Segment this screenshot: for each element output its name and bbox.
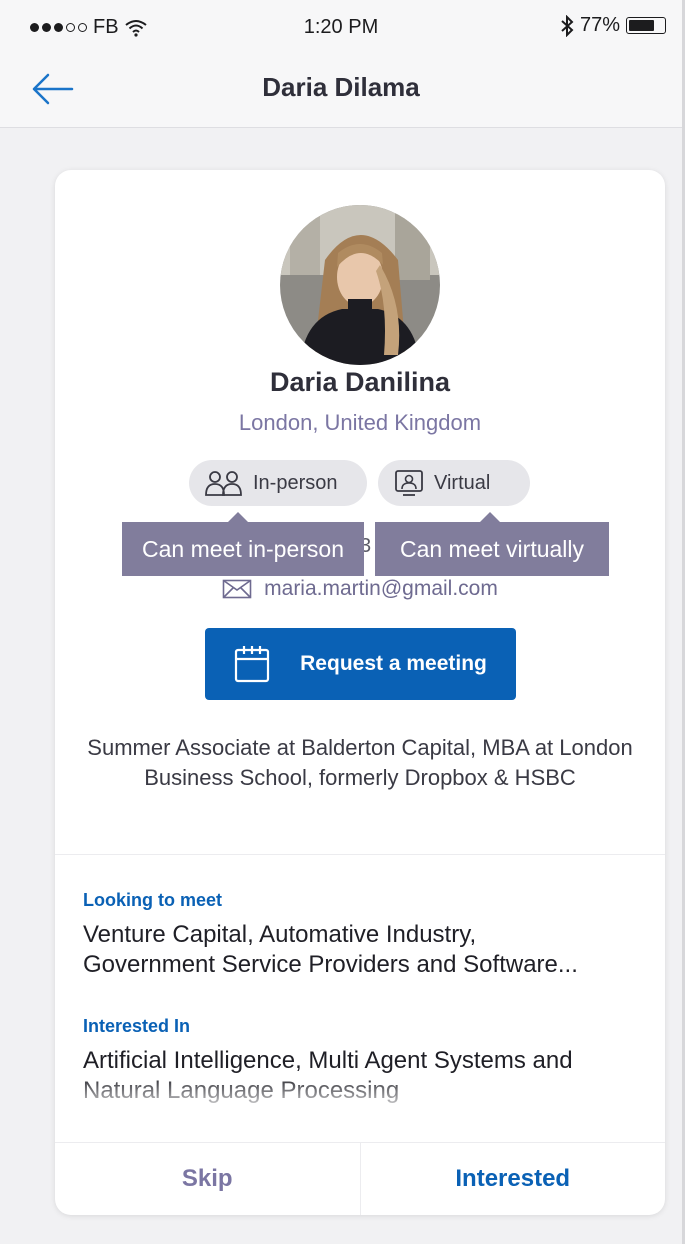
action-footer: Skip Interested [55, 1142, 665, 1215]
video-call-icon [395, 470, 423, 496]
status-bar: FB 1:20 PM 77% [0, 0, 682, 56]
profile-name: Daria Danilina [269, 367, 451, 397]
interested-button[interactable]: Interested [361, 1143, 666, 1215]
interested-in-label: Interested In [83, 1016, 191, 1036]
in-person-tooltip: Can meet in-person [122, 512, 364, 576]
content-fade [55, 1075, 665, 1115]
skip-button[interactable]: Skip [55, 1143, 361, 1215]
virtual-badge[interactable]: Virtual [378, 460, 530, 506]
calendar-icon [235, 646, 270, 683]
nav-bar: Daria Dilama [0, 56, 682, 128]
virtual-label: Virtual [434, 471, 491, 494]
virtual-tooltip: Can meet virtually [375, 512, 609, 576]
battery-icon [626, 17, 666, 34]
request-meeting-label: Request a meeting [300, 652, 487, 675]
avatar[interactable] [280, 205, 440, 365]
request-meeting-button[interactable]: Request a meeting [205, 628, 516, 700]
battery-percent: 77% [579, 14, 620, 36]
profile-card: Daria Danilina London, United Kingdom In… [55, 170, 665, 1215]
looking-to-meet-line-1: Venture Capital, Automative Industry, [83, 921, 477, 948]
email-address: maria.martin@gmail.com [264, 577, 498, 600]
page-title: Daria Dilama [262, 72, 420, 102]
profile-bio: Summer Associate at Balderton Capital, M… [87, 735, 633, 790]
profile-screen: FB 1:20 PM 77% Daria Dilama Daria Danili… [0, 0, 685, 1244]
looking-to-meet-label: Looking to meet [83, 890, 222, 910]
in-person-badge[interactable]: In-person [189, 460, 367, 506]
bluetooth-icon [561, 14, 574, 37]
profile-location: London, United Kingdom [238, 410, 482, 435]
looking-to-meet-text[interactable]: Government Service Providers and Softwar… [83, 950, 643, 980]
in-person-label: In-person [253, 471, 338, 494]
status-right: 77% [560, 14, 666, 37]
section-divider [55, 854, 665, 855]
envelope-icon [222, 579, 252, 599]
people-icon [205, 471, 242, 496]
email-row[interactable]: maria.martin@gmail.com [55, 577, 665, 601]
